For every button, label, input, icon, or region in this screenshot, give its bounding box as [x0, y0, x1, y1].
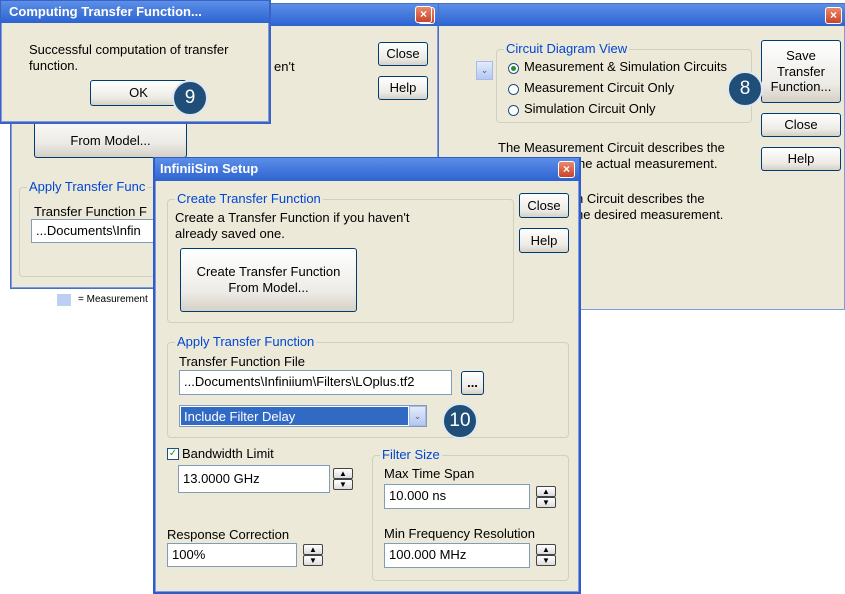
filter-delay-selected: Include Filter Delay	[181, 407, 408, 425]
stepper-down-icon[interactable]: ▼	[303, 555, 323, 566]
infiniisim-setup-dialog: InfiniiSim Setup × Create Transfer Funct…	[153, 157, 581, 594]
legend-swatch	[57, 294, 71, 306]
create-from-model-button[interactable]: Create Transfer Function From Model...	[180, 248, 357, 312]
help-button-back[interactable]: Help	[378, 76, 428, 100]
dropdown-button[interactable]: ⌄	[476, 61, 493, 80]
create-description: Create a Transfer Function if you haven'…	[175, 210, 410, 241]
description-line-1: The Measurement Circuit describes the	[498, 140, 725, 155]
transfer-function-file-field[interactable]: ...Documents\Infiniium\Filters\LOplus.tf…	[179, 370, 452, 395]
close-icon[interactable]: ×	[558, 161, 575, 178]
bandwidth-limit-label[interactable]: Bandwidth Limit	[182, 446, 274, 461]
stepper-up-icon[interactable]: ▲	[333, 468, 353, 479]
chevron-down-icon[interactable]: ⌄	[409, 406, 426, 426]
filter-delay-dropdown[interactable]: Include Filter Delay ⌄	[179, 405, 427, 427]
stepper-up-icon[interactable]: ▲	[303, 544, 323, 555]
create-transfer-function-group: Create Transfer Function Create a Transf…	[167, 191, 514, 323]
stepper-down-icon[interactable]: ▼	[536, 497, 556, 508]
help-button[interactable]: Help	[519, 228, 569, 253]
stepper-down-icon[interactable]: ▼	[536, 555, 556, 566]
max-time-span-stepper[interactable]: ▲ ▼	[536, 486, 556, 508]
transfer-function-file-label: Transfer Function File	[179, 354, 305, 369]
max-time-span-label: Max Time Span	[384, 466, 475, 481]
radio-label-measurement-simulation[interactable]: Measurement & Simulation Circuits	[524, 59, 727, 74]
radio-label-measurement-only[interactable]: Measurement Circuit Only	[524, 80, 674, 95]
create-hint-fragment: en't	[274, 59, 295, 74]
min-frequency-resolution-field[interactable]: 100.000 MHz	[384, 543, 530, 568]
description-line-2: n Circuit describes the	[576, 191, 705, 206]
apply-group-title-back: Apply Transfer Func	[27, 179, 148, 194]
radio-measurement-simulation[interactable]	[508, 63, 519, 74]
file-field-back[interactable]: ...Documents\Infin	[31, 219, 161, 243]
circuit-diagram-group: Circuit Diagram View Measurement & Simul…	[496, 41, 752, 123]
response-stepper[interactable]: ▲ ▼	[303, 544, 323, 566]
stepper-down-icon[interactable]: ▼	[333, 479, 353, 490]
max-time-span-field[interactable]: 10.000 ns	[384, 484, 530, 509]
description-line-1b: he actual measurement.	[578, 156, 718, 171]
stepper-up-icon[interactable]: ▲	[536, 486, 556, 497]
filter-size-title: Filter Size	[380, 447, 442, 462]
response-correction-label: Response Correction	[167, 527, 290, 542]
close-button[interactable]: Close	[761, 113, 841, 137]
close-button-back[interactable]: Close	[378, 42, 428, 66]
close-icon[interactable]: ×	[415, 6, 432, 23]
file-label-back: Transfer Function F	[34, 204, 147, 219]
apply-group-title: Apply Transfer Function	[175, 334, 317, 349]
response-correction-field[interactable]: 100%	[167, 543, 297, 567]
browse-button[interactable]: ...	[461, 371, 484, 395]
description-line-2b: he desired measurement.	[576, 207, 724, 222]
infiniisim-titlebar: InfiniiSim Setup	[155, 158, 579, 181]
computing-dialog-titlebar: Computing Transfer Function...	[1, 1, 269, 23]
save-transfer-function-button[interactable]: Save Transfer Function...	[761, 40, 841, 103]
step-9-callout: 9	[172, 80, 208, 116]
help-button[interactable]: Help	[761, 147, 841, 171]
circuit-diagram-title: Circuit Diagram View	[504, 41, 630, 56]
legend-label: = Measurement	[78, 294, 148, 305]
bandwidth-stepper[interactable]: ▲ ▼	[333, 468, 353, 490]
create-group-title: Create Transfer Function	[175, 191, 323, 206]
min-frequency-stepper[interactable]: ▲ ▼	[536, 544, 556, 566]
step-10-callout: 10	[442, 403, 478, 439]
close-button[interactable]: Close	[519, 193, 569, 218]
infiniisim-title: InfiniiSim Setup	[160, 161, 259, 176]
close-icon[interactable]: ×	[825, 7, 842, 24]
radio-simulation-only[interactable]	[508, 105, 519, 116]
min-frequency-resolution-label: Min Frequency Resolution	[384, 526, 536, 541]
step-8-callout: 8	[727, 71, 763, 107]
bandwidth-limit-checkbox[interactable]: ✓	[167, 448, 179, 460]
filter-size-group: Filter Size Max Time Span 10.000 ns ▲ ▼ M…	[372, 447, 569, 581]
computing-dialog-message: Successful computation of transfer funct…	[29, 42, 229, 73]
stepper-up-icon[interactable]: ▲	[536, 544, 556, 555]
circuit-window-titlebar	[421, 4, 845, 26]
computing-dialog: Computing Transfer Function... Successfu…	[0, 0, 271, 124]
radio-label-simulation-only[interactable]: Simulation Circuit Only	[524, 101, 656, 116]
apply-transfer-function-group: Apply Transfer Function Transfer Functio…	[167, 334, 569, 438]
computing-dialog-title: Computing Transfer Function...	[9, 4, 202, 19]
bandwidth-limit-field[interactable]: 13.0000 GHz	[178, 465, 330, 493]
radio-measurement-only[interactable]	[508, 84, 519, 95]
